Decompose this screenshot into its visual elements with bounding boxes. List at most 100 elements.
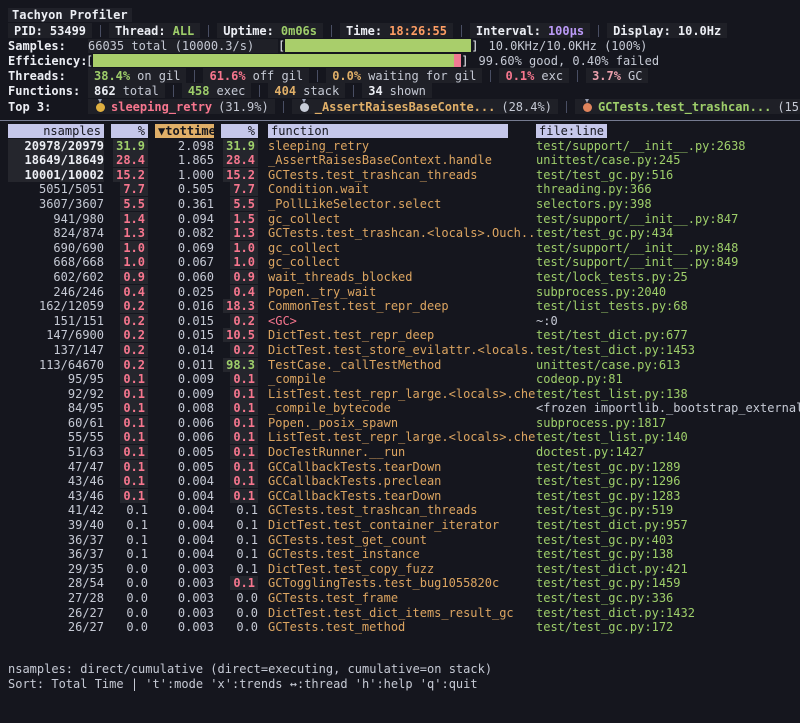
table-row[interactable]: 39/400.10.0040.1DictTest.test_container_… [0, 518, 800, 533]
direct-pct-cell: 0.1 [104, 503, 148, 518]
column-header-cumulative-pct[interactable]: % [221, 124, 258, 138]
table-row[interactable]: 51/630.10.0050.1DocTestRunner.__rundocte… [0, 445, 800, 460]
nsamples-cell: 113/64670 [8, 358, 104, 373]
table-row[interactable]: 10001/1000215.21.00015.2GCTests.test_tra… [0, 168, 800, 183]
tottime-cell: 2.098 [148, 139, 214, 154]
table-row[interactable]: 824/8741.30.0821.3GCTests.test_trashcan.… [0, 226, 800, 241]
tottime-cell: 0.005 [148, 445, 214, 460]
file-line-cell: test/test_dict.py:1453 [536, 343, 800, 358]
top3-item-2: _AssertRaisesBaseConte... (28.4%) [292, 99, 558, 114]
column-header-function[interactable]: function [268, 124, 508, 138]
table-row[interactable]: 26/270.00.0030.0GCTests.test_methodtest/… [0, 620, 800, 635]
table-row[interactable]: 941/9801.40.0941.5gc_collecttest/support… [0, 212, 800, 227]
column-header-nsamples[interactable]: nsamples [8, 124, 104, 138]
off-gil-value: 61.6% [209, 69, 245, 83]
function-cell: GCTests.test_trashcan.<locals>.Ouch.... [258, 226, 536, 241]
nsamples-cell: 60/61 [8, 416, 104, 431]
table-row[interactable]: 246/2460.40.0250.4Popen._try_waitsubproc… [0, 285, 800, 300]
cumulative-pct-cell: 0.1 [214, 562, 258, 577]
table-row[interactable]: 43/460.10.0040.1GCCallbackTests.tearDown… [0, 489, 800, 504]
table-row[interactable]: 95/950.10.0090.1_compilecodeop.py:81 [0, 372, 800, 387]
table-row[interactable]: 28/540.00.0030.1GCTogglingTests.test_bug… [0, 576, 800, 591]
functions-row: Functions: 862 total 458 exec 404 stack … [0, 83, 800, 98]
table-row[interactable]: 26/270.00.0030.0DictTest.test_dict_items… [0, 606, 800, 621]
nsamples-cell: 39/40 [8, 518, 104, 533]
functions-total-label: total [123, 84, 159, 98]
cumulative-pct-cell: 0.1 [214, 518, 258, 533]
table-row[interactable]: 690/6901.00.0691.0gc_collecttest/support… [0, 241, 800, 256]
tottime-cell: 0.067 [148, 255, 214, 270]
table-row[interactable]: 27/280.00.0030.0GCTests.test_frametest/t… [0, 591, 800, 606]
nsamples-cell: 51/63 [8, 445, 104, 460]
cumulative-pct-cell: 0.0 [214, 591, 258, 606]
samples-total: 66035 total (10000.3/s) [88, 39, 278, 53]
threads-on-gil: 38.4% on gil [88, 68, 186, 83]
cumulative-pct-cell: 0.1 [214, 474, 258, 489]
function-cell: DictTest.test_store_evilattr.<locals... [258, 343, 536, 358]
table-row[interactable]: 41/420.10.0040.1GCTests.test_trashcan_th… [0, 503, 800, 518]
file-line-cell: test/test_dict.py:677 [536, 328, 800, 343]
header-divider [0, 120, 800, 121]
uptime-field: Uptime: 0m06s [217, 23, 323, 38]
samples-rate: 10.0KHz/10.0KHz (100%) [488, 39, 647, 53]
nsamples-cell: 246/246 [8, 285, 104, 300]
cumulative-pct-cell: 1.0 [214, 241, 258, 256]
divider [283, 101, 284, 113]
table-row[interactable]: 92/920.10.0090.1ListTest.test_repr_large… [0, 387, 800, 402]
samples-bar-fill [285, 39, 471, 52]
table-row[interactable]: 668/6681.00.0671.0gc_collecttest/support… [0, 255, 800, 270]
file-line-cell: subprocess.py:2040 [536, 285, 800, 300]
table-row[interactable]: 36/370.10.0040.1GCTests.test_instancetes… [0, 547, 800, 562]
thread-field[interactable]: Thread: ALL [109, 23, 200, 38]
function-cell: sleeping_retry [258, 139, 536, 154]
table-row[interactable]: 151/1510.20.0150.2<GC>~:0 [0, 314, 800, 329]
cumulative-pct-cell: 0.4 [214, 285, 258, 300]
footer: nsamples: direct/cumulative (direct=exec… [0, 661, 800, 692]
column-header-direct-pct[interactable]: % [111, 124, 148, 138]
table-row[interactable]: 47/470.10.0050.1GCCallbackTests.tearDown… [0, 460, 800, 475]
table-row[interactable]: 29/350.00.0030.1DictTest.test_copy_fuzzt… [0, 562, 800, 577]
function-cell: Popen._posix_spawn [258, 416, 536, 431]
file-line-cell: test/test_gc.py:1459 [536, 576, 800, 591]
table-row[interactable]: 20978/2097931.92.09831.9sleeping_retryte… [0, 139, 800, 154]
top3-row: Top 3: sleeping_retry (31.9%) _AssertRai… [0, 98, 800, 115]
bar-close-bracket: ] [461, 54, 468, 68]
table-row[interactable]: 113/646700.20.01198.3TestCase._callTestM… [0, 358, 800, 373]
top3-pct-2: (28.4%) [501, 100, 552, 114]
table-row[interactable]: 84/950.10.0080.1_compile_bytecode<frozen… [0, 401, 800, 416]
file-line-cell: unittest/case.py:613 [536, 358, 800, 373]
direct-pct-cell: 0.1 [104, 372, 148, 387]
table-row[interactable]: 162/120590.20.01618.3CommonTest.test_rep… [0, 299, 800, 314]
column-header-tottime[interactable]: ▼tottime [155, 124, 214, 138]
table-row[interactable]: 60/610.10.0060.1Popen._posix_spawnsubpro… [0, 416, 800, 431]
nsamples-cell: 941/980 [8, 212, 104, 227]
table-row[interactable]: 5051/50517.70.5057.7Condition.waitthread… [0, 182, 800, 197]
table-row[interactable]: 18649/1864928.41.86528.4_AssertRaisesBas… [0, 153, 800, 168]
silver-medal-icon [300, 103, 309, 112]
on-gil-label: on gil [137, 69, 180, 83]
table-row[interactable]: 43/460.10.0040.1GCCallbackTests.preclean… [0, 474, 800, 489]
function-cell: DictTest.test_repr_deep [258, 328, 536, 343]
table-row[interactable]: 147/69000.20.01510.5DictTest.test_repr_d… [0, 328, 800, 343]
divider [194, 70, 195, 82]
functions-label: Functions: [8, 84, 88, 98]
divider [566, 101, 567, 113]
divider [577, 70, 578, 82]
file-line-cell: threading.py:366 [536, 182, 800, 197]
function-cell: TestCase._callTestMethod [258, 358, 536, 373]
table-row[interactable]: 55/550.10.0060.1ListTest.test_repr_large… [0, 430, 800, 445]
time-value: 18:26:55 [389, 24, 447, 38]
cumulative-pct-cell: 1.0 [214, 255, 258, 270]
table-row[interactable]: 36/370.10.0040.1GCTests.test_get_countte… [0, 533, 800, 548]
tottime-cell: 0.015 [148, 314, 214, 329]
table-row[interactable]: 3607/36075.50.3615.5_PollLikeSelector.se… [0, 197, 800, 212]
function-cell: GCCallbackTests.tearDown [258, 489, 536, 504]
table-row[interactable]: 137/1470.20.0140.2DictTest.test_store_ev… [0, 343, 800, 358]
gc-value: 3.7% [592, 69, 621, 83]
direct-pct-cell: 0.2 [104, 343, 148, 358]
tottime-cell: 1.000 [148, 168, 214, 183]
table-row[interactable]: 602/6020.90.0600.9wait_threads_blockedte… [0, 270, 800, 285]
column-header-file-line[interactable]: file:line [536, 124, 607, 138]
nsamples-cell: 29/35 [8, 562, 104, 577]
cumulative-pct-cell: 0.9 [214, 270, 258, 285]
